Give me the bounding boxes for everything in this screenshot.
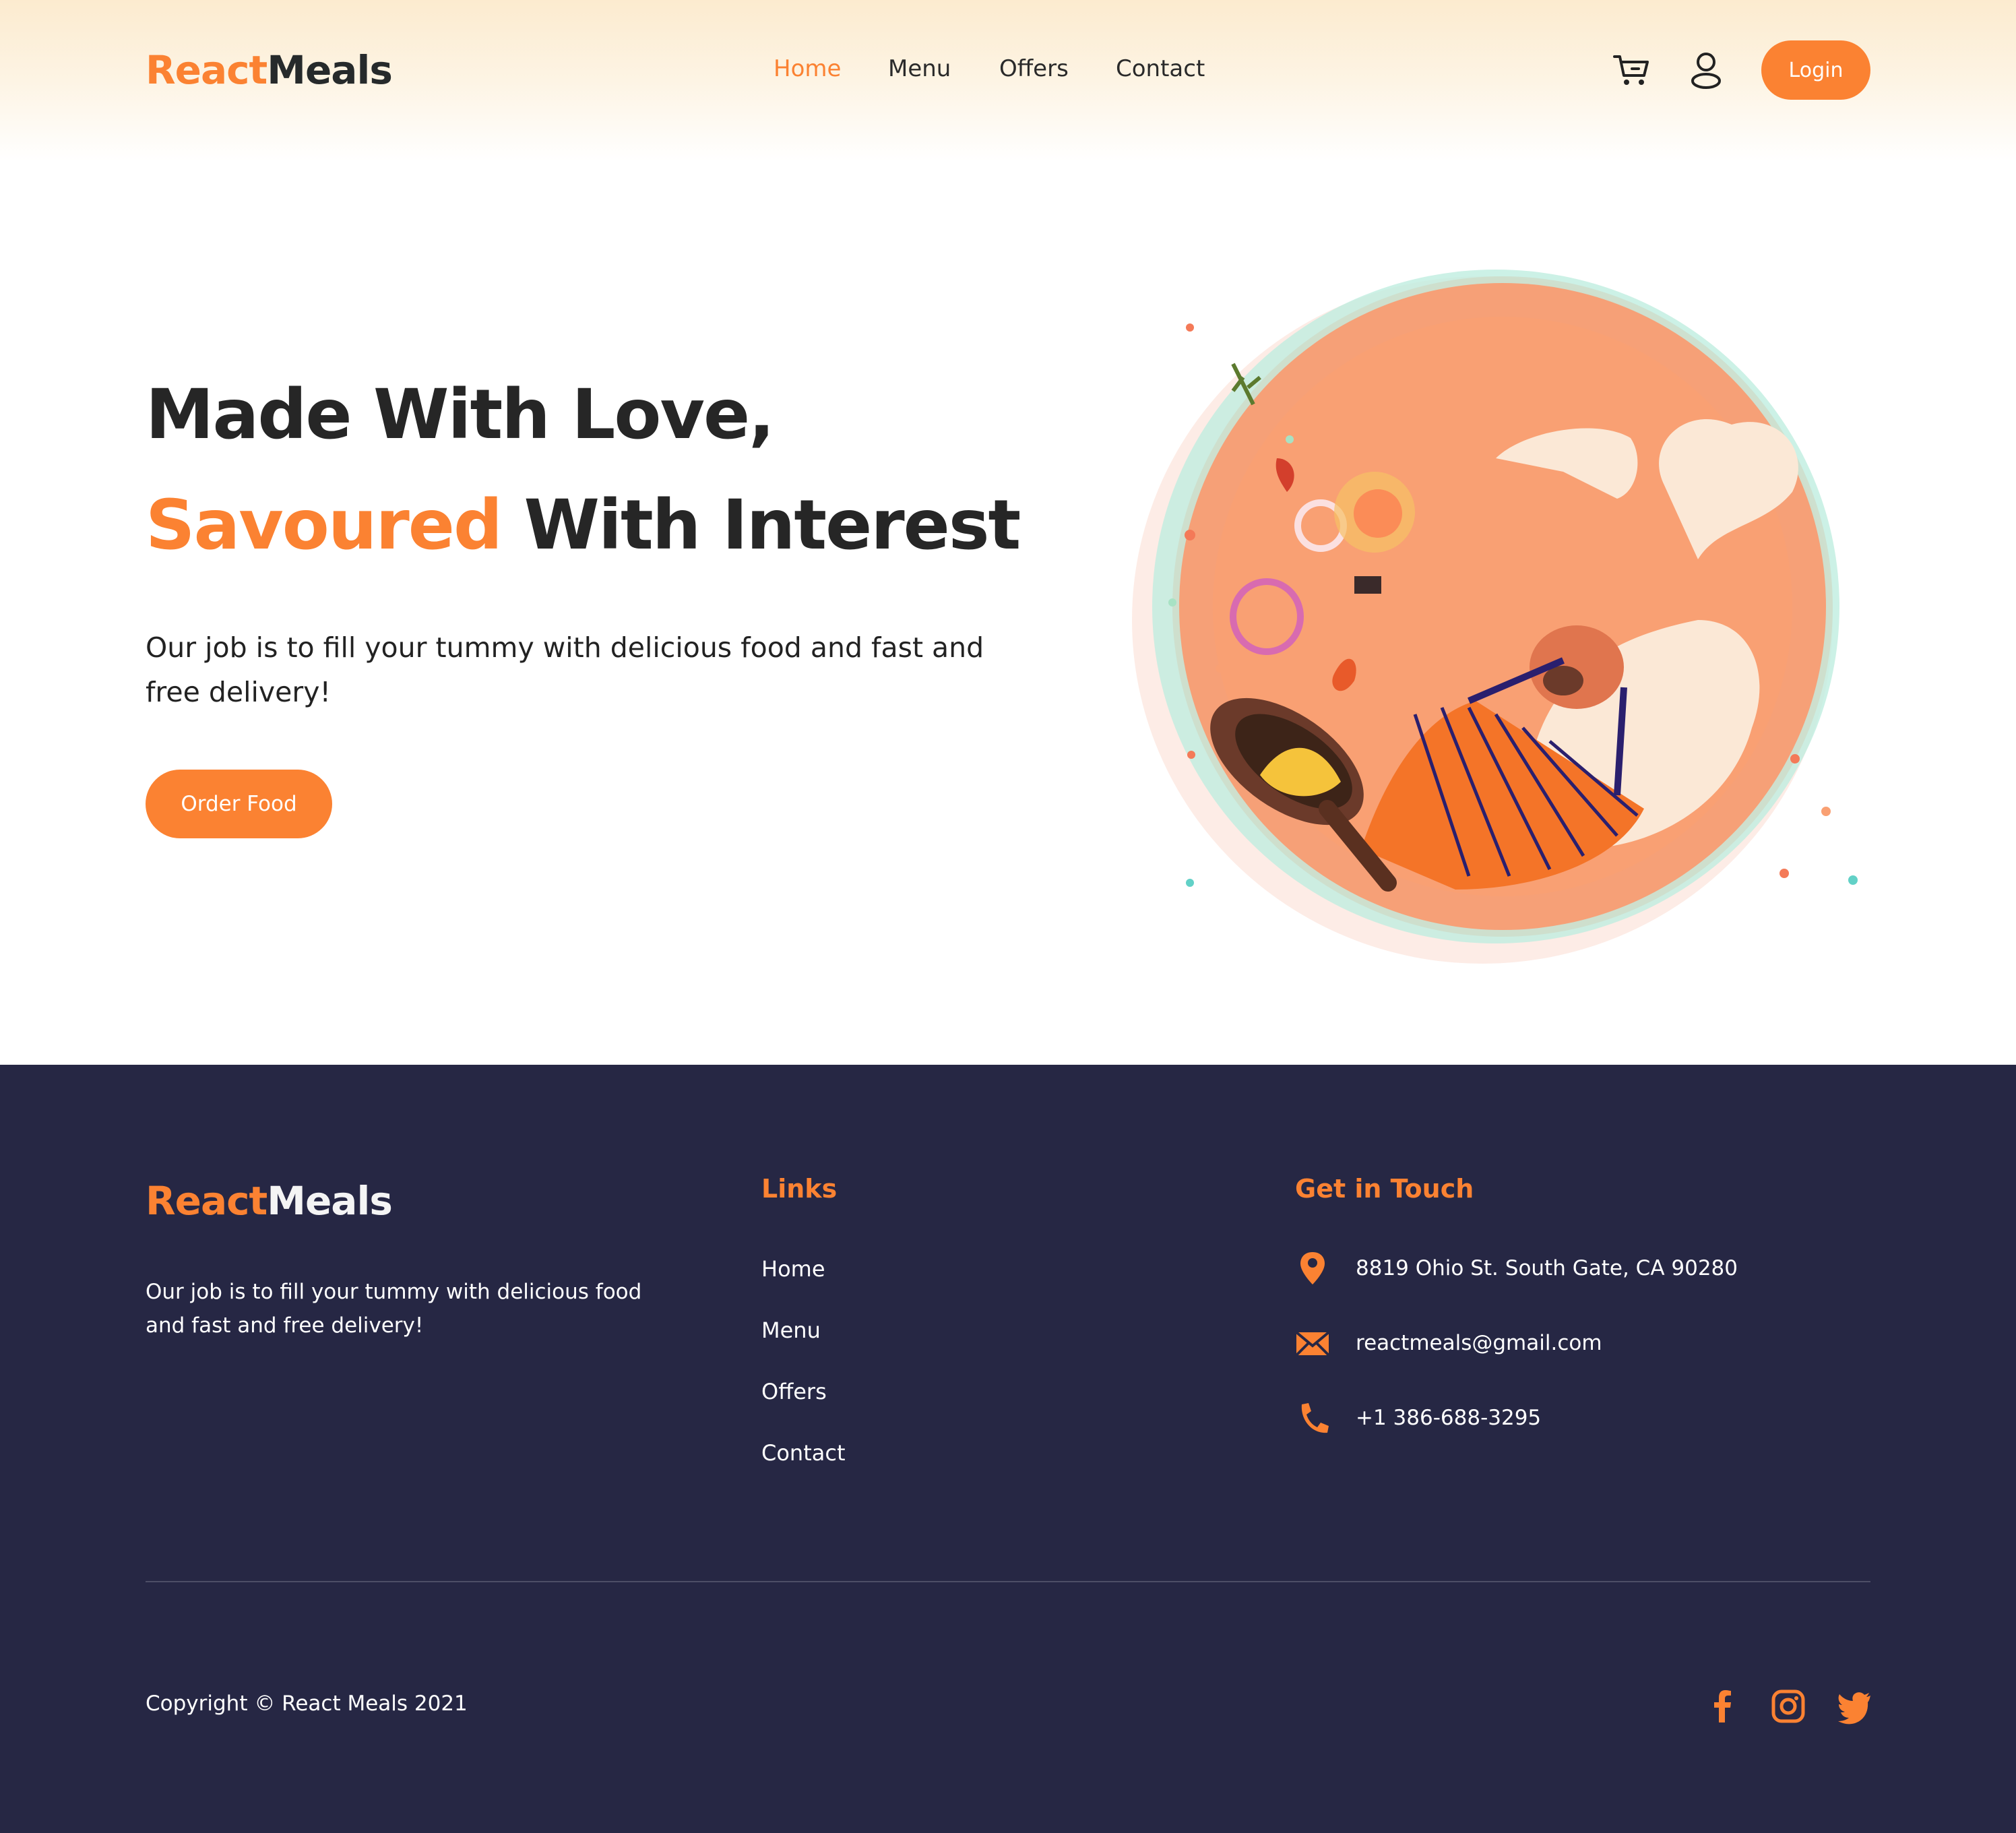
header: ReactMeals Home Menu Offers Contact Logi…: [0, 0, 2016, 162]
nav-offers[interactable]: Offers: [999, 55, 1069, 82]
contact-email[interactable]: reactmeals@gmail.com: [1295, 1324, 1901, 1365]
cart-icon[interactable]: [1610, 49, 1653, 92]
hero-title-line1: Made With Love,: [146, 375, 775, 455]
mail-icon: [1295, 1331, 1330, 1357]
instagram-icon[interactable]: [1769, 1687, 1807, 1725]
hero-title-rest: With Interest: [501, 485, 1021, 565]
footer-link-contact[interactable]: Contact: [761, 1440, 846, 1466]
footer-logo[interactable]: ReactMeals: [146, 1178, 393, 1224]
copyright: Copyright © React Meals 2021: [146, 1691, 468, 1716]
footer-link-menu[interactable]: Menu: [761, 1317, 821, 1343]
facebook-icon[interactable]: [1703, 1687, 1741, 1725]
contact-phone[interactable]: +1 386-688-3295: [1295, 1399, 1901, 1439]
user-icon[interactable]: [1684, 49, 1728, 92]
phone-text[interactable]: +1 386-688-3295: [1356, 1406, 1541, 1430]
login-button[interactable]: Login: [1761, 40, 1870, 100]
hero-title-highlight: Savoured: [146, 485, 503, 565]
nav-menu[interactable]: Menu: [888, 55, 951, 82]
links-heading: Links: [761, 1174, 838, 1204]
footer-logo-react: React: [146, 1178, 267, 1224]
contact-address: 8819 Ohio St. South Gate, CA 90280: [1295, 1249, 1901, 1290]
footer-link-offers[interactable]: Offers: [761, 1379, 827, 1404]
chef-cooking-illustration: [1132, 270, 1858, 964]
contact-heading: Get in Touch: [1295, 1174, 1474, 1204]
twitter-icon[interactable]: [1835, 1687, 1873, 1725]
hero-description: Our job is to fill your tummy with delic…: [146, 631, 984, 708]
email-text[interactable]: reactmeals@gmail.com: [1356, 1331, 1602, 1355]
footer-link-home[interactable]: Home: [761, 1256, 825, 1282]
order-food-button[interactable]: Order Food: [146, 770, 332, 838]
location-pin-icon: [1300, 1252, 1325, 1284]
footer-logo-meals: Meals: [267, 1178, 393, 1224]
footer-divider: [146, 1581, 1870, 1582]
footer-description: Our job is to fill your tummy with delic…: [146, 1280, 642, 1338]
address-text: 8819 Ohio St. South Gate, CA 90280: [1356, 1256, 1738, 1280]
footer: ReactMeals Our job is to fill your tummy…: [0, 1065, 2016, 1833]
nav-home[interactable]: Home: [774, 55, 841, 82]
nav-contact[interactable]: Contact: [1116, 55, 1205, 82]
hero-title-line2: Savoured With Interest: [146, 485, 1021, 565]
phone-icon: [1301, 1403, 1329, 1433]
